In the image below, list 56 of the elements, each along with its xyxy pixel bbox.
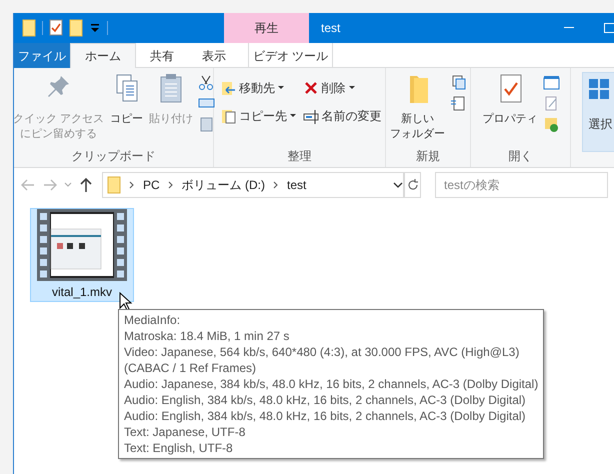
ribbon-button[interactable]: コピー先 — [220, 106, 296, 126]
tooltip-line: Video: Japanese, 564 kb/s, 640*480 (4:3), at 30.000 FPS, AVC (High@L3) — [124, 344, 520, 360]
video-thumbnail-icon — [37, 209, 127, 281]
pencil-icon[interactable] — [542, 95, 560, 112]
ribbon-button[interactable]: 移動先 — [220, 78, 296, 98]
tooltip-line: Audio: Japanese, 384 kb/s, 48.0 kHz, 16 bits, 2 channels, AC-3 (Dolby Digital) — [124, 376, 538, 392]
minimize-icon — [564, 27, 574, 29]
ribbon-tab[interactable]: 表示 — [188, 43, 240, 68]
chevron-right-icon — [168, 181, 174, 189]
group-label: 開く — [508, 148, 534, 165]
refresh-button[interactable] — [404, 172, 421, 198]
breadcrumb[interactable]: PC — [143, 176, 160, 194]
tooltip-line: Audio: English, 384 kb/s, 48.0 kHz, 16 bits, 2 channels, AC-3 (Dolby Digital) — [124, 392, 527, 408]
tooltip-line: MediaInfo: — [124, 312, 182, 328]
folder-icon[interactable] — [69, 19, 83, 37]
search-field[interactable]: testの検索 — [435, 172, 608, 198]
rename-icon — [302, 108, 318, 124]
tooltip-line: Text: Japanese, UTF-8 — [124, 424, 246, 440]
ribbon-button[interactable]: 削除 — [302, 78, 379, 98]
delete-icon — [302, 80, 318, 96]
ribbon-tab[interactable]: ファイル — [14, 43, 70, 68]
ribbon-tab[interactable]: ホーム — [70, 43, 136, 68]
ribbon-button[interactable]: 新しい フォルダー — [389, 72, 446, 142]
tooltip-line: Matroska: 18.4 MiB, 1 min 27 s — [124, 328, 290, 344]
chevron-right-icon — [129, 181, 135, 189]
folder-icon — [107, 176, 121, 194]
scissors-icon[interactable] — [198, 74, 216, 91]
chevron-right-icon — [273, 181, 279, 189]
copy-folder-icon — [220, 108, 236, 124]
context-tab-header: 再生 — [224, 13, 309, 43]
refresh-icon — [406, 179, 419, 191]
group-label: 整理 — [286, 148, 312, 165]
tooltip-line: (CABAC / 1 Ref Frames) — [124, 360, 258, 376]
maximize-icon — [604, 23, 614, 33]
breadcrumb[interactable]: ボリューム (D:) — [182, 176, 265, 194]
tooltip-line: Text: English, UTF-8 — [124, 440, 234, 456]
file-item[interactable]: vital_1.mkv — [30, 208, 134, 302]
ribbon-button[interactable]: 名前の変更 — [302, 106, 379, 126]
group-label: クリップボード — [70, 148, 156, 165]
group-label: 新規 — [415, 148, 441, 165]
ribbon-button[interactable]: 選択 — [582, 72, 614, 152]
tooltip-line: Audio: English, 384 kb/s, 48.0 kHz, 16 bits, 2 channels, AC-3 (Dolby Digital) — [124, 408, 527, 424]
up-arrow-icon[interactable] — [78, 177, 94, 193]
chevron-down-icon[interactable] — [393, 182, 404, 188]
move-folder-icon — [220, 80, 236, 96]
window-title: test — [321, 20, 340, 37]
folder-icon[interactable] — [22, 19, 36, 37]
window-icon[interactable] — [542, 74, 560, 91]
checklist-icon[interactable] — [49, 19, 63, 37]
ribbon-button[interactable]: コピー — [109, 72, 144, 127]
breadcrumb[interactable]: test — [287, 176, 306, 194]
ribbon-button[interactable]: プロパティ — [482, 72, 538, 127]
dropdown-icon[interactable] — [89, 21, 101, 35]
file-name: vital_1.mkv — [52, 284, 112, 301]
address-bar[interactable]: PC ボリューム (D:) test — [102, 172, 404, 198]
ribbon-tab[interactable]: 共有 — [136, 43, 188, 68]
